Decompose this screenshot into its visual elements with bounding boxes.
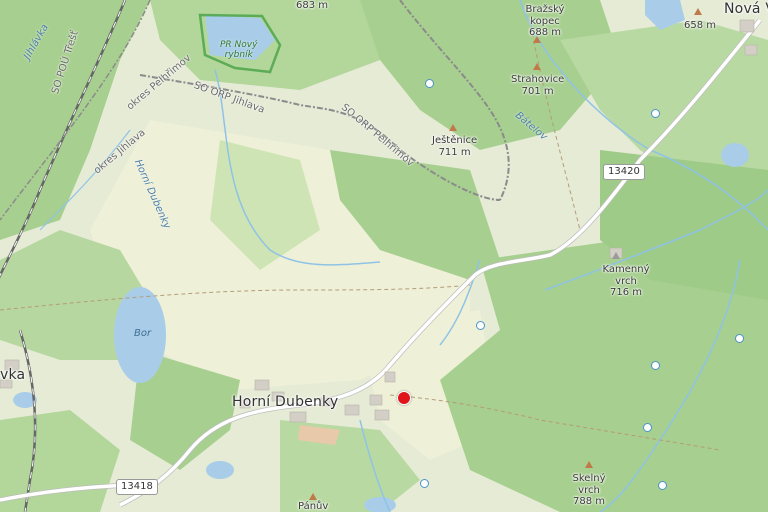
spring-icon xyxy=(735,334,744,343)
spring-icon xyxy=(658,481,667,490)
peak-label: 683 m xyxy=(296,0,329,11)
peak-label: Pánův xyxy=(298,501,329,512)
peak-label: Ještěnice 711 m xyxy=(432,135,478,158)
lake-label: Bor xyxy=(134,328,152,339)
town-label: vka xyxy=(0,367,26,383)
map-base-layer xyxy=(0,0,768,512)
peak-label: 658 m xyxy=(684,20,717,31)
spring-icon xyxy=(420,479,429,488)
peak-icon xyxy=(612,252,620,259)
town-label: Horní Dubenky xyxy=(232,394,339,410)
peak-icon xyxy=(694,8,702,15)
map-canvas[interactable]: 683 m Bražský kopec 688 m 658 m Strahovic… xyxy=(0,0,768,512)
spring-icon xyxy=(476,321,485,330)
town-label: Nová V xyxy=(724,1,768,17)
peak-label: Skelný vrch 788 m xyxy=(572,473,606,507)
peak-label: Kamenný vrch 716 m xyxy=(602,264,650,298)
peak-icon xyxy=(533,63,541,70)
nature-reserve-label: PR Nový rybník xyxy=(220,40,258,60)
peak-label: Bražský kopec 688 m xyxy=(525,4,565,38)
location-marker[interactable] xyxy=(397,391,411,405)
road-shield: 13418 xyxy=(116,479,158,495)
peak-label: Strahovice 701 m xyxy=(511,74,565,97)
peak-icon xyxy=(449,124,457,131)
road-shield: 13420 xyxy=(603,164,645,180)
spring-icon xyxy=(425,79,434,88)
spring-icon xyxy=(651,361,660,370)
peak-icon xyxy=(309,493,317,500)
peak-icon xyxy=(585,461,593,468)
spring-icon xyxy=(651,109,660,118)
spring-icon xyxy=(643,423,652,432)
